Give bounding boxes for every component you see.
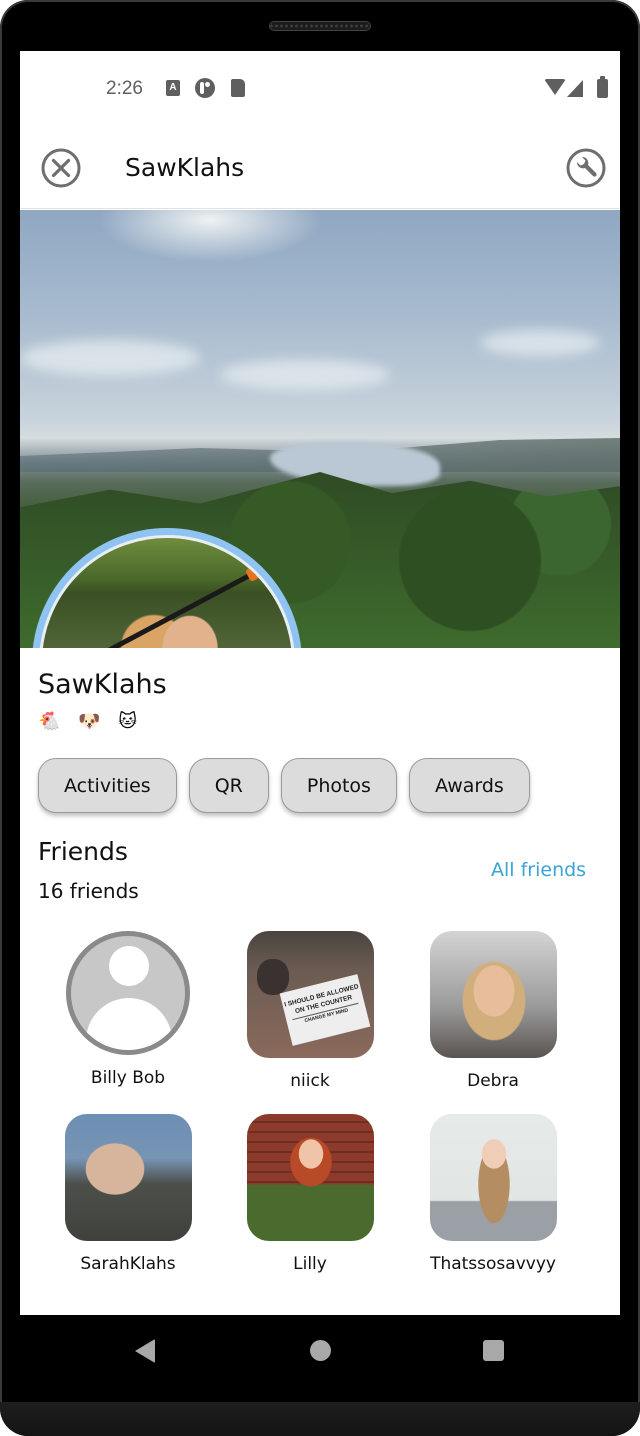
cloud — [220, 360, 390, 390]
screen: 2:26 A SawKlahs SawKlahs 🐔 🐶 🐱 Activitie… — [20, 51, 620, 1315]
p-circle-icon — [195, 78, 215, 98]
friend-name: Billy Bob — [90, 1068, 166, 1088]
friends-heading: Friends — [38, 837, 128, 866]
system-nav-bar — [0, 1315, 640, 1385]
battery-icon — [597, 76, 608, 98]
friend-photo — [246, 1114, 374, 1241]
app-bar: SawKlahs — [20, 129, 620, 209]
phone-frame: 2:26 A SawKlahs SawKlahs 🐔 🐶 🐱 Activitie… — [0, 0, 640, 1436]
profile-action-chips: Activities QR Photos Awards — [38, 758, 530, 814]
friend-card[interactable]: Billy Bob — [38, 931, 218, 1088]
device-chin — [0, 1402, 640, 1436]
friend-name: SarahKlahs — [80, 1254, 176, 1274]
close-circle-icon — [41, 148, 81, 188]
status-time: 2:26 — [106, 78, 143, 99]
wifi-icon — [544, 79, 566, 95]
signal-icon — [567, 80, 583, 97]
cover-photo[interactable] — [20, 210, 620, 648]
activities-button[interactable]: Activities — [38, 758, 177, 813]
friend-photo — [429, 931, 557, 1058]
friend-card[interactable]: SarahKlahs — [38, 1114, 218, 1274]
friend-card[interactable]: I SHOULD BE ALLOWED ON THE COUNTER CHANG… — [220, 931, 400, 1091]
avatar-head — [109, 946, 149, 986]
home-circle-icon[interactable] — [310, 1340, 331, 1361]
friend-name: Thatssosavvyy — [430, 1254, 556, 1274]
friend-photo: I SHOULD BE ALLOWED ON THE COUNTER CHANG… — [246, 931, 374, 1058]
paddle — [50, 570, 257, 648]
friend-name: niick — [290, 1071, 330, 1091]
friend-card[interactable]: Debra — [403, 931, 583, 1091]
awards-button[interactable]: Awards — [408, 758, 530, 813]
sign: I SHOULD BE ALLOWED ON THE COUNTER CHANG… — [279, 974, 370, 1046]
back-triangle-icon[interactable] — [135, 1339, 155, 1363]
cloud — [20, 340, 200, 376]
friend-photo — [64, 1114, 192, 1241]
cat — [256, 959, 289, 995]
close-button[interactable] — [40, 147, 82, 189]
app-title: SawKlahs — [125, 153, 245, 182]
friend-card[interactable]: Lilly — [220, 1114, 400, 1274]
friend-name: Lilly — [293, 1254, 327, 1274]
profile-emojis: 🐔 🐶 🐱 — [38, 711, 144, 732]
qr-button[interactable]: QR — [188, 758, 269, 813]
wrench-circle-icon — [566, 148, 606, 188]
a-badge-icon: A — [166, 80, 180, 96]
recents-square-icon[interactable] — [483, 1340, 504, 1361]
cloud — [480, 330, 600, 356]
speaker-grille — [269, 21, 371, 31]
friend-card[interactable]: Thatssosavvyy — [403, 1114, 583, 1274]
sd-card-icon — [231, 79, 245, 97]
friend-name: Debra — [467, 1071, 519, 1091]
photos-button[interactable]: Photos — [280, 758, 397, 813]
status-bar: 2:26 A — [20, 51, 620, 129]
friends-count: 16 friends — [38, 879, 139, 903]
default-avatar-icon — [66, 931, 190, 1055]
settings-button[interactable] — [565, 147, 607, 189]
all-friends-link[interactable]: All friends — [491, 859, 586, 881]
profile-name: SawKlahs — [38, 669, 167, 700]
avatar-body — [86, 998, 172, 1050]
friend-photo — [429, 1114, 557, 1241]
